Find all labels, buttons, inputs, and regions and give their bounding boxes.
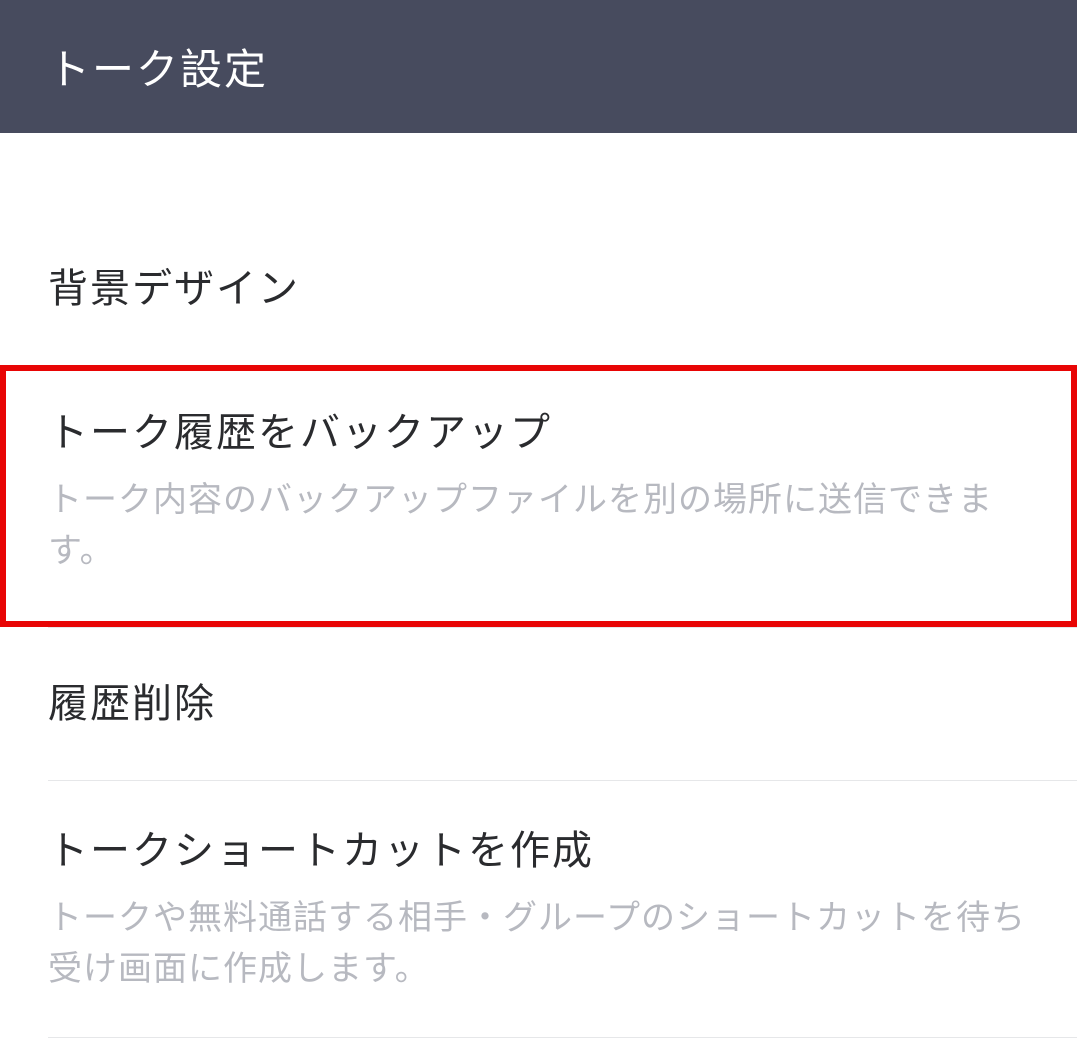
settings-item-title: 背景デザイン — [48, 261, 1029, 317]
settings-item-title: トーク履歴をバックアップ — [48, 405, 1029, 461]
settings-item-background-design[interactable]: 背景デザイン — [0, 213, 1077, 365]
settings-item-delete-history[interactable]: 履歴削除 — [0, 628, 1077, 780]
header-title: トーク設定 — [48, 46, 268, 93]
settings-item-backup-history[interactable]: トーク履歴をバックアップ トーク内容のバックアップファイルを別の場所に送信できま… — [6, 371, 1071, 621]
settings-item-create-shortcut[interactable]: トークショートカットを作成 トークや無料通話する相手・グループのショートカットを… — [0, 781, 1077, 1037]
settings-item-title: トークショートカットを作成 — [48, 823, 1029, 879]
settings-item-title: 履歴削除 — [48, 676, 1029, 732]
settings-header: トーク設定 — [0, 0, 1077, 133]
settings-content: 背景デザイン トーク履歴をバックアップ トーク内容のバックアップファイルを別の場… — [0, 133, 1077, 1038]
settings-item-description: トーク内容のバックアップファイルを別の場所に送信できます。 — [48, 475, 1029, 577]
highlighted-item-box: トーク履歴をバックアップ トーク内容のバックアップファイルを別の場所に送信できま… — [0, 365, 1077, 627]
settings-item-description: トークや無料通話する相手・グループのショートカットを待ち受け画面に作成します。 — [48, 893, 1029, 995]
spacer — [0, 133, 1077, 213]
